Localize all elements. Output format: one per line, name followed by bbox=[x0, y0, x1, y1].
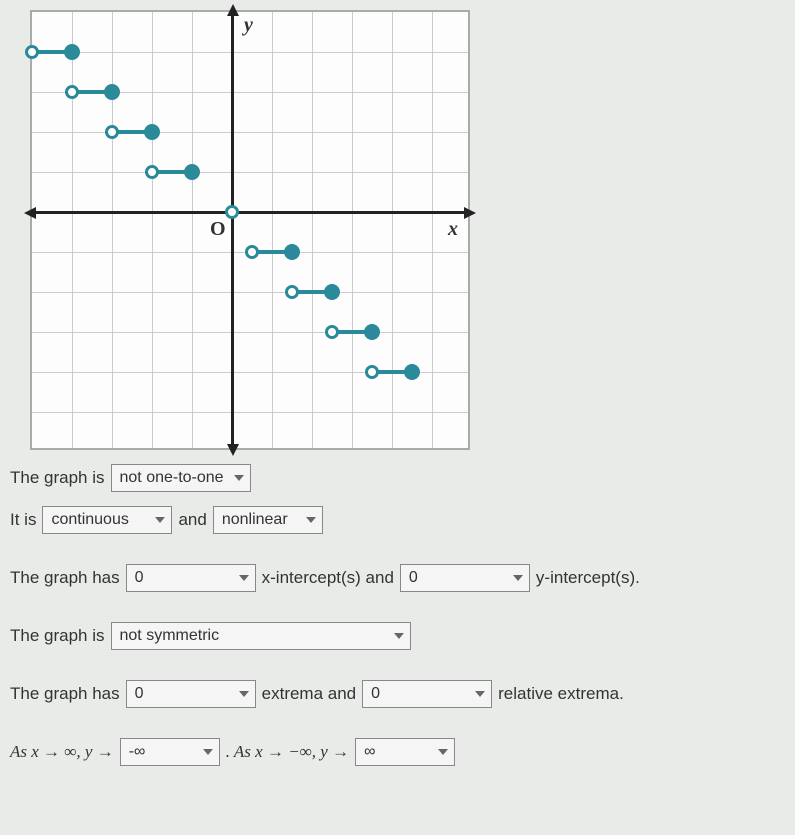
open-point-icon bbox=[145, 165, 159, 179]
linearity-select[interactable]: nonlinear bbox=[213, 506, 323, 534]
relative-extrema-select[interactable]: 0 bbox=[362, 680, 492, 708]
text-label: The graph has bbox=[10, 568, 120, 588]
text-label: and bbox=[178, 510, 206, 530]
select-value: 0 bbox=[135, 569, 144, 587]
text-label: It is bbox=[10, 510, 36, 530]
closed-point-icon bbox=[184, 164, 200, 180]
select-value: not symmetric bbox=[120, 627, 220, 645]
x-axis bbox=[32, 211, 468, 214]
closed-point-icon bbox=[324, 284, 340, 300]
y-axis bbox=[231, 12, 234, 448]
text-label: y-intercept(s). bbox=[536, 568, 640, 588]
x-intercepts-select[interactable]: 0 bbox=[126, 564, 256, 592]
open-point-icon bbox=[285, 285, 299, 299]
open-point-icon bbox=[225, 205, 239, 219]
select-value: ∞ bbox=[364, 743, 375, 761]
open-point-icon bbox=[245, 245, 259, 259]
select-value: -∞ bbox=[129, 743, 146, 761]
open-point-icon bbox=[65, 85, 79, 99]
text-label: As x → ∞, y → bbox=[10, 742, 114, 762]
statement-row: The graph has 0 x-intercept(s) and 0 y-i… bbox=[10, 564, 785, 592]
closed-point-icon bbox=[104, 84, 120, 100]
arrow-right-icon bbox=[464, 207, 476, 219]
text-label: The graph is bbox=[10, 626, 105, 646]
text-label: The graph is bbox=[10, 468, 105, 488]
limit-pos-inf-select[interactable]: -∞ bbox=[120, 738, 220, 766]
text-label: The graph has bbox=[10, 684, 120, 704]
chart-container: y x O bbox=[10, 10, 490, 450]
statement-row: As x → ∞, y → -∞ . As x → −∞, y → ∞ bbox=[10, 738, 785, 766]
open-point-icon bbox=[365, 365, 379, 379]
closed-point-icon bbox=[404, 364, 420, 380]
select-value: 0 bbox=[135, 685, 144, 703]
text-label: relative extrema. bbox=[498, 684, 624, 704]
open-point-icon bbox=[25, 45, 39, 59]
select-value: continuous bbox=[51, 511, 128, 529]
closed-point-icon bbox=[64, 44, 80, 60]
x-axis-label: x bbox=[448, 218, 458, 241]
text-label: extrema and bbox=[262, 684, 357, 704]
y-intercepts-select[interactable]: 0 bbox=[400, 564, 530, 592]
closed-point-icon bbox=[364, 324, 380, 340]
one-to-one-select[interactable]: not one-to-one bbox=[111, 464, 251, 492]
statement-row: The graph is not one-to-one bbox=[10, 464, 785, 492]
statement-row: The graph has 0 extrema and 0 relative e… bbox=[10, 680, 785, 708]
text-label: . As x → −∞, y → bbox=[226, 742, 349, 762]
open-point-icon bbox=[105, 125, 119, 139]
closed-point-icon bbox=[284, 244, 300, 260]
text-label: x-intercept(s) and bbox=[262, 568, 394, 588]
select-value: 0 bbox=[409, 569, 418, 587]
extrema-select[interactable]: 0 bbox=[126, 680, 256, 708]
statement-row: The graph is not symmetric bbox=[10, 622, 785, 650]
continuity-select[interactable]: continuous bbox=[42, 506, 172, 534]
origin-label: O bbox=[210, 218, 226, 241]
select-value: nonlinear bbox=[222, 511, 288, 529]
coordinate-grid: y x O bbox=[30, 10, 470, 450]
symmetry-select[interactable]: not symmetric bbox=[111, 622, 411, 650]
y-axis-label: y bbox=[244, 14, 253, 37]
closed-point-icon bbox=[144, 124, 160, 140]
arrow-down-icon bbox=[227, 444, 239, 456]
limit-neg-inf-select[interactable]: ∞ bbox=[355, 738, 455, 766]
arrow-up-icon bbox=[227, 4, 239, 16]
open-point-icon bbox=[325, 325, 339, 339]
select-value: not one-to-one bbox=[120, 469, 224, 487]
statement-row: It is continuous and nonlinear bbox=[10, 506, 785, 534]
select-value: 0 bbox=[371, 685, 380, 703]
arrow-left-icon bbox=[24, 207, 36, 219]
